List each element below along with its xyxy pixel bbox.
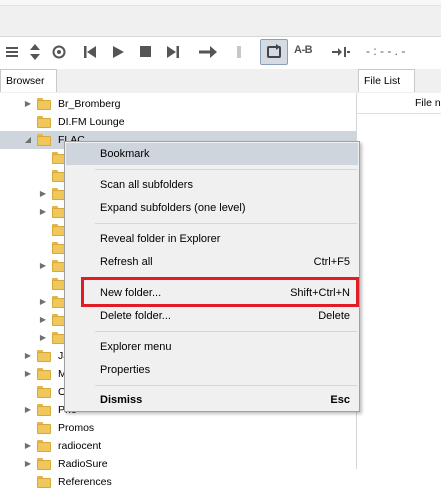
menu-item-reveal-in-explorer[interactable]: Reveal folder in Explorer — [66, 228, 358, 250]
menu-item-properties[interactable]: Properties — [66, 359, 358, 381]
expand-arrow-icon[interactable]: ▶ — [38, 185, 48, 203]
folder-icon — [37, 116, 51, 128]
tab-file-list-label: File List — [364, 75, 401, 87]
repeat-button[interactable] — [260, 39, 288, 65]
tree-item-label: radiocent — [58, 440, 102, 452]
menu-item-label: Delete folder... — [100, 310, 171, 322]
menu-item-shortcut: Esc — [330, 394, 350, 406]
expand-arrow-icon[interactable]: ▶ — [23, 401, 33, 419]
menu-item-delete-folder[interactable]: Delete folder... Delete — [66, 305, 358, 327]
stop-icon[interactable] — [139, 45, 152, 58]
menu-item-dismiss[interactable]: Dismiss Esc — [66, 389, 358, 411]
ab-repeat-icon[interactable]: A-B — [294, 44, 313, 56]
folder-icon — [37, 134, 51, 146]
target-icon[interactable] — [52, 45, 66, 59]
menu-item-expand-subfolders[interactable]: Expand subfolders (one level) — [66, 197, 358, 219]
expand-arrow-icon[interactable]: ▶ — [38, 257, 48, 275]
menu-item-label: Refresh all — [100, 256, 153, 268]
menu-separator — [95, 169, 357, 170]
tree-row[interactable]: References — [0, 473, 356, 491]
tab-browser[interactable]: Browser — [0, 69, 57, 92]
file-list-panel[interactable]: File na — [356, 93, 441, 469]
file-name-column-label: File na — [415, 97, 441, 109]
menu-item-label: Scan all subfolders — [100, 179, 193, 191]
folder-icon — [37, 422, 51, 434]
menu-item-label: Reveal folder in Explorer — [100, 233, 221, 245]
expand-arrow-icon[interactable]: ▶ — [38, 311, 48, 329]
expand-arrow-icon[interactable]: ▶ — [38, 293, 48, 311]
tab-browser-label: Browser — [6, 75, 45, 87]
folder-icon — [37, 440, 51, 452]
skip-previous-icon[interactable] — [83, 44, 97, 60]
expand-arrow-icon[interactable]: ▶ — [23, 95, 33, 113]
time-display: - : - - . - — [366, 44, 406, 58]
tree-item-label: RadioSure — [58, 458, 108, 470]
tree-item-label: Br_Bromberg — [58, 98, 121, 110]
menu-item-bookmark[interactable]: Bookmark — [66, 143, 358, 165]
folder-icon — [37, 350, 51, 362]
folder-icon — [37, 98, 51, 110]
collapse-arrow-icon[interactable]: ◢ — [23, 131, 33, 149]
menu-item-explorer-menu[interactable]: Explorer menu — [66, 336, 358, 358]
expand-arrow-icon — [23, 383, 33, 401]
tree-row[interactable]: ▶ Br_Bromberg — [0, 95, 356, 113]
folder-icon — [37, 476, 51, 488]
expand-arrow-icon — [38, 149, 48, 167]
tree-row[interactable]: DI.FM Lounge — [0, 113, 356, 131]
menu-separator — [95, 331, 357, 332]
menu-separator — [95, 385, 357, 386]
folder-icon — [37, 386, 51, 398]
menu-item-shortcut: Ctrl+F5 — [313, 256, 350, 268]
expand-arrow-icon — [23, 113, 33, 131]
expand-arrow-icon[interactable]: ▶ — [38, 329, 48, 347]
expand-arrow-icon — [23, 473, 33, 491]
folder-icon — [37, 458, 51, 470]
expand-arrow-icon[interactable]: ▶ — [23, 437, 33, 455]
menu-item-shortcut: Delete — [318, 310, 350, 322]
menu-item-label: Properties — [100, 364, 151, 376]
expand-arrow-icon — [38, 221, 48, 239]
menu-item-label: Expand subfolders (one level) — [100, 202, 246, 214]
repeat-icon — [267, 44, 281, 58]
tree-row[interactable]: ▶ RadioSure — [0, 455, 356, 473]
expand-arrow-icon[interactable]: ▶ — [23, 455, 33, 473]
menu-separator — [95, 223, 357, 224]
menu-item-label: Bookmark — [100, 148, 150, 160]
file-name-column-header[interactable]: File na — [357, 93, 441, 114]
menu-item-refresh-all[interactable]: Refresh all Ctrl+F5 — [66, 251, 358, 273]
toolbar-top-strip — [0, 0, 441, 6]
expand-arrow-icon — [38, 239, 48, 257]
expand-arrow-icon — [23, 419, 33, 437]
folder-icon — [37, 368, 51, 380]
skip-next-icon[interactable] — [166, 44, 180, 60]
crossfade-icon[interactable] — [331, 45, 351, 59]
tab-file-list[interactable]: File List — [358, 69, 415, 92]
panel-tabs-row: Browser File List — [0, 69, 441, 93]
annotation-highlight-box — [81, 277, 359, 307]
arrow-right-icon[interactable] — [198, 45, 218, 59]
up-down-arrows-icon[interactable] — [29, 43, 41, 61]
expand-arrow-icon[interactable]: ▶ — [38, 203, 48, 221]
menu-lines-icon[interactable] — [5, 45, 19, 59]
toolbar: A-B - : - - . - — [0, 0, 441, 65]
tree-item-label: References — [58, 476, 112, 488]
tree-item-label: DI.FM Lounge — [58, 116, 125, 128]
expand-arrow-icon[interactable]: ▶ — [23, 365, 33, 383]
folder-icon — [37, 404, 51, 416]
expand-arrow-icon[interactable]: ▶ — [23, 347, 33, 365]
slider-bar-icon[interactable] — [235, 45, 243, 59]
tree-row[interactable]: ▶ radiocent — [0, 437, 356, 455]
expand-arrow-icon — [38, 275, 48, 293]
tree-row[interactable]: Promos — [0, 419, 356, 437]
menu-item-label: Explorer menu — [100, 341, 172, 353]
menu-item-scan-all-subfolders[interactable]: Scan all subfolders — [66, 174, 358, 196]
tree-item-label: Promos — [58, 422, 95, 434]
expand-arrow-icon — [38, 167, 48, 185]
menu-item-label: Dismiss — [100, 394, 143, 406]
play-icon[interactable] — [111, 44, 125, 60]
